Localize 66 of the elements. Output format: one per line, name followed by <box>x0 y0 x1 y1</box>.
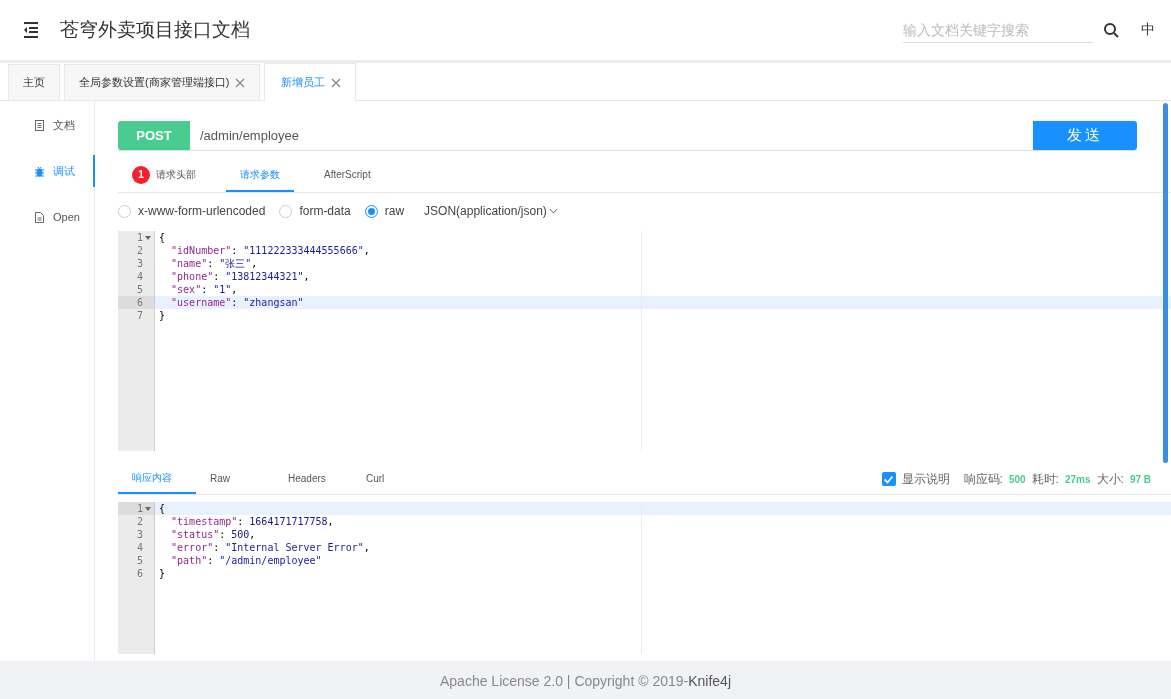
line-number: 6 <box>136 296 143 309</box>
stat-value: 27ms <box>1064 473 1091 485</box>
checkbox-label[interactable]: 显示说明 <box>901 470 950 488</box>
stat-label: 响应码: <box>963 470 1003 488</box>
line-number: 3 <box>136 257 143 270</box>
tab[interactable]: 主页 <box>8 64 60 100</box>
caret-icon <box>548 207 558 215</box>
code-line: } <box>159 310 166 321</box>
line-number: 2 <box>136 515 143 528</box>
tab[interactable]: 全局参数设置(商家管理端接口) <box>64 64 261 100</box>
menu-icon[interactable] <box>22 20 40 40</box>
radio-option[interactable]: x-www-form-urlencoded <box>118 204 266 218</box>
code-line: "timestamp": 1664171717758, <box>170 516 334 527</box>
file-icon <box>34 210 45 224</box>
radio-option[interactable]: raw <box>364 204 405 218</box>
code-line: "name": "张三", <box>170 258 258 269</box>
tab[interactable]: Curl <box>352 464 430 494</box>
tab[interactable]: Raw <box>196 464 274 494</box>
line-number: 5 <box>136 554 143 567</box>
line-number: 1 <box>136 502 143 515</box>
footer-text: Apache License 2.0 | Copyright © 2019-Knife4j <box>440 673 731 689</box>
document-icon <box>34 118 45 132</box>
stat-label: 耗时: <box>1031 470 1059 488</box>
app-title: 苍穹外卖项目接口文档 <box>60 18 251 42</box>
checkbox[interactable] <box>881 472 896 486</box>
stat-label: 大小: <box>1096 470 1124 488</box>
bug-icon <box>34 164 45 178</box>
content-type-dropdown[interactable]: JSON(application/json) <box>424 204 558 218</box>
code-editor[interactable]: 1 2 3 4 5 6 7 { "idNumber": "111222333444555666", "name": "张三", "phone": "13812344321", "sex": "1", "username": "zhangsan" } <box>118 231 1171 451</box>
sidebar-item[interactable]: 文档 <box>0 109 95 141</box>
fold-caret-icon[interactable] <box>144 234 151 241</box>
code-line: "idNumber": "111222333444555666", <box>170 245 370 256</box>
tab[interactable]: AfterScript <box>310 159 385 192</box>
line-number: 2 <box>136 244 143 257</box>
fold-caret-icon[interactable] <box>144 505 151 512</box>
code-line: "error": "Internal Server Error", <box>170 542 370 553</box>
method-badge: POST <box>118 121 190 150</box>
line-number: 6 <box>136 567 143 580</box>
scrollbar[interactable] <box>1163 103 1168 463</box>
line-number: 1 <box>136 231 143 244</box>
sidebar-item[interactable]: Open <box>0 201 95 233</box>
close-icon[interactable] <box>331 77 342 88</box>
code-line: { <box>159 503 166 514</box>
code-line: } <box>159 568 166 579</box>
stat-value: 500 <box>1008 473 1026 485</box>
tab[interactable]: 1 请求头部 <box>118 159 210 192</box>
line-number: 7 <box>136 309 143 322</box>
code-line: "path": "/admin/employee" <box>170 555 322 566</box>
code-line: "status": 500, <box>170 529 256 540</box>
line-number: 4 <box>136 541 143 554</box>
line-number: 5 <box>136 283 143 296</box>
line-number: 4 <box>136 270 143 283</box>
code-line: "sex": "1", <box>170 284 238 295</box>
radio-option[interactable]: form-data <box>279 204 351 218</box>
count-badge: 1 <box>132 165 150 184</box>
language-link[interactable]: 中 <box>1141 21 1155 39</box>
stat-value: 97 B <box>1129 473 1151 485</box>
code-line: "username": "zhangsan" <box>170 297 304 308</box>
close-icon[interactable] <box>235 77 246 88</box>
code-line: "phone": "13812344321", <box>170 271 310 282</box>
tab[interactable]: Headers <box>274 464 352 494</box>
line-number: 3 <box>136 528 143 541</box>
search-icon[interactable] <box>1103 22 1119 38</box>
check-icon <box>883 474 895 484</box>
code-line: { <box>159 232 166 243</box>
code-editor[interactable]: 1 2 3 4 5 6 { "timestamp": 1664171717758, "status": 500, "error": "Internal Server Error", "path": "/admin/employee" } <box>118 502 1171 654</box>
